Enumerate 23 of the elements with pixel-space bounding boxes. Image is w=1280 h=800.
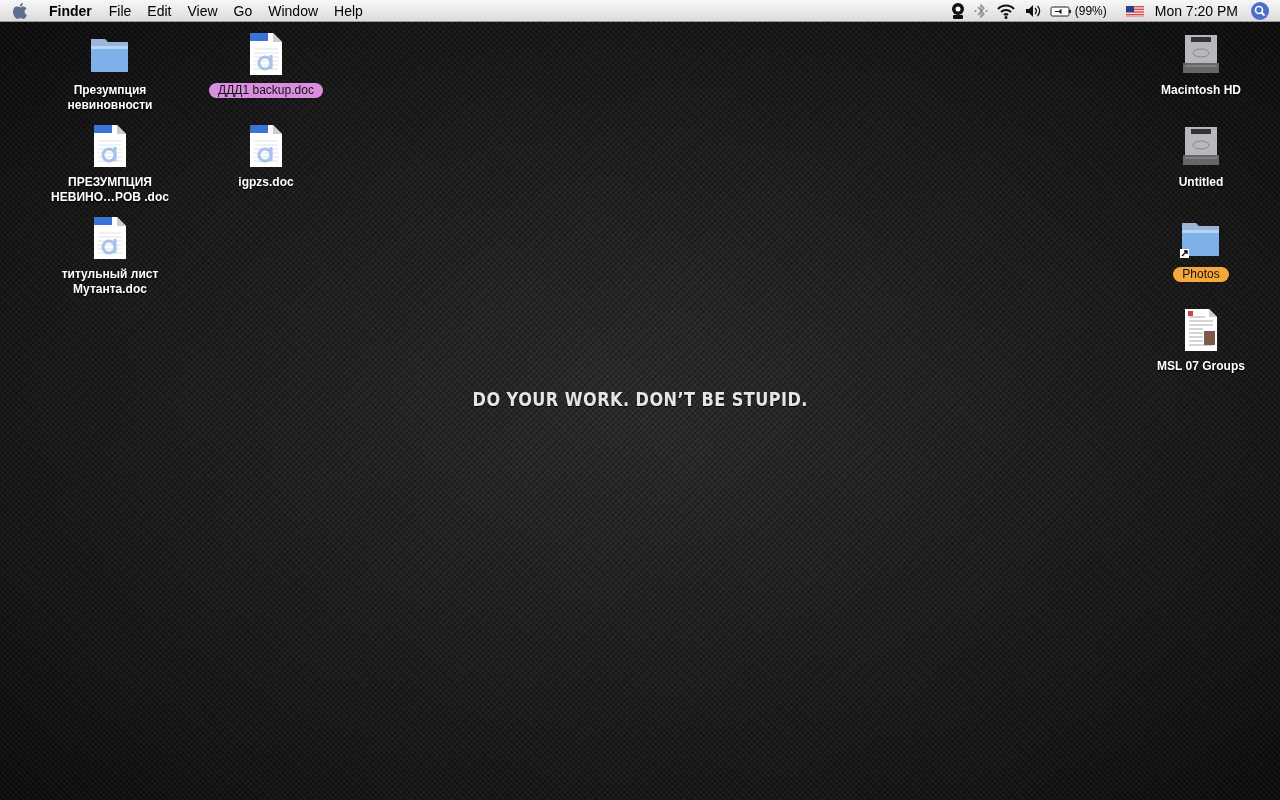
menu-clock[interactable]: Mon 7:20 PM: [1152, 0, 1242, 21]
search-icon[interactable]: [1250, 0, 1270, 21]
menu-item[interactable]: Go: [225, 0, 261, 21]
icon-label[interactable]: Macintosh HD: [1161, 83, 1241, 98]
menu-item[interactable]: View: [179, 0, 226, 21]
apple-menu-icon[interactable]: [12, 1, 28, 20]
icon-label[interactable]: ДДД1 backup.doc: [209, 83, 323, 98]
menu-item[interactable]: Window: [260, 0, 327, 21]
battery-percentage[interactable]: (99%): [1071, 0, 1117, 21]
icon-label[interactable]: Презумпция невиновности: [50, 83, 170, 113]
app-menu[interactable]: Finder: [49, 0, 101, 21]
icon-label[interactable]: igpzs.doc: [238, 175, 294, 190]
wallpaper-text: DO YOUR WORK. DON’T BE STUPID.: [472, 388, 808, 410]
menu-item[interactable]: Edit: [139, 0, 180, 21]
icon-label[interactable]: Photos: [1173, 267, 1229, 282]
icon-label[interactable]: MSL 07 Groups: [1157, 359, 1245, 374]
menu-item[interactable]: File: [100, 0, 140, 21]
icon-label[interactable]: ПРЕЗУМПЦИЯ НЕВИНО…РОВ .doc: [50, 175, 170, 205]
icon-label[interactable]: титульный лист Мутанта.doc: [50, 267, 170, 297]
menu-item[interactable]: Help: [326, 0, 371, 21]
icon-label[interactable]: Untitled: [1178, 175, 1224, 190]
user-avatar-icon[interactable]: [949, 1, 966, 20]
bluetooth-icon[interactable]: [973, 1, 988, 20]
